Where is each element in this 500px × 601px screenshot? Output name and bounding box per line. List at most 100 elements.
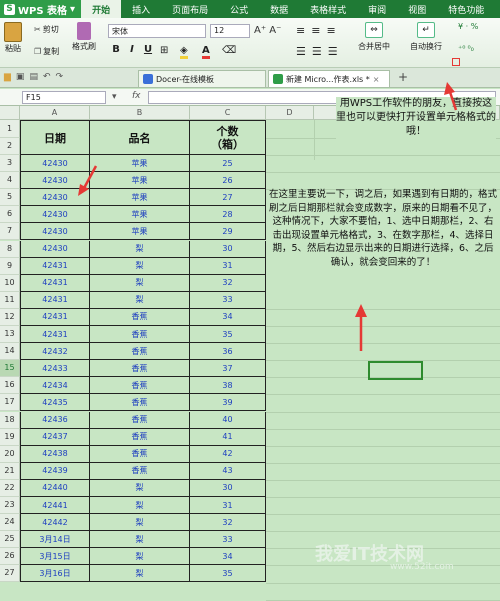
font-color-button[interactable]: A <box>202 45 210 59</box>
date-cell[interactable]: 42435 <box>20 394 90 412</box>
date-cell[interactable]: 42442 <box>20 514 90 532</box>
column-header-b[interactable]: B <box>90 106 190 120</box>
product-cell[interactable]: 香蕉 <box>90 343 190 361</box>
product-cell[interactable]: 香蕉 <box>90 360 190 378</box>
row-header[interactable]: 8 <box>0 240 20 258</box>
merge-center-button[interactable]: ⇔ 合并居中 <box>358 22 390 52</box>
menu-table-style[interactable]: 表格样式 <box>299 0 357 18</box>
italic-button[interactable]: I <box>126 44 138 55</box>
row-header[interactable]: 7 <box>0 223 20 241</box>
column-header-d[interactable]: D <box>266 106 314 120</box>
menu-data[interactable]: 数据 <box>259 0 299 18</box>
date-cell[interactable]: 42434 <box>20 377 90 395</box>
row-header[interactable]: 24 <box>0 514 20 532</box>
select-all-corner[interactable] <box>0 106 20 120</box>
menu-home[interactable]: 开始 <box>81 0 122 18</box>
grow-shrink-font-buttons[interactable]: A⁺ A⁻ <box>254 25 281 36</box>
date-cell[interactable]: 42433 <box>20 360 90 378</box>
count-cell[interactable]: 29 <box>190 223 266 241</box>
count-cell[interactable]: 25 <box>190 155 266 173</box>
row-header[interactable]: 25 <box>0 531 20 549</box>
row-header[interactable]: 27 <box>0 565 20 583</box>
row-header[interactable]: 3 <box>0 155 20 173</box>
product-cell[interactable]: 香蕉 <box>90 308 190 326</box>
row-header[interactable]: 19 <box>0 428 20 446</box>
row-header[interactable]: 16 <box>0 377 20 395</box>
quick-access-toolbar[interactable]: ▆ ▣ ▤ ↶ ↷ <box>4 72 63 82</box>
product-cell[interactable]: 香蕉 <box>90 326 190 344</box>
menu-review[interactable]: 审阅 <box>357 0 397 18</box>
count-cell[interactable]: 42 <box>190 445 266 463</box>
row-header[interactable]: 18 <box>0 411 20 429</box>
date-cell[interactable]: 42430 <box>20 206 90 224</box>
count-cell[interactable]: 34 <box>190 548 266 566</box>
row-header[interactable]: 9 <box>0 257 20 275</box>
date-cell[interactable]: 42431 <box>20 274 90 292</box>
product-cell[interactable]: 梨 <box>90 565 190 583</box>
count-cell[interactable]: 33 <box>190 291 266 309</box>
paste-button[interactable]: 粘贴 <box>4 22 22 54</box>
row-header[interactable]: 21 <box>0 462 20 480</box>
column-header-a[interactable]: A <box>20 106 90 120</box>
font-name-select[interactable]: 宋体 <box>108 24 206 38</box>
product-cell[interactable]: 香蕉 <box>90 394 190 412</box>
align-top-buttons[interactable]: ≡ ≡ ≡ <box>296 24 336 37</box>
count-cell[interactable]: 31 <box>190 257 266 275</box>
count-cell[interactable]: 37 <box>190 360 266 378</box>
row-header[interactable]: 17 <box>0 394 20 412</box>
copy-button[interactable]: ❐ 复制 <box>34 46 59 57</box>
row-header[interactable]: 11 <box>0 291 20 309</box>
name-box-dropdown-icon[interactable]: ▾ <box>112 92 117 102</box>
date-cell[interactable]: 3月16日 <box>20 565 90 583</box>
format-painter-button[interactable]: 格式刷 <box>72 22 96 52</box>
date-cell[interactable]: 42439 <box>20 462 90 480</box>
count-cell[interactable]: 36 <box>190 343 266 361</box>
selected-cell-f15[interactable] <box>368 361 423 380</box>
count-cell[interactable]: 30 <box>190 240 266 258</box>
product-cell[interactable]: 梨 <box>90 291 190 309</box>
product-cell[interactable]: 香蕉 <box>90 377 190 395</box>
tab-current-file[interactable]: 新建 Micro...作表.xls * × <box>268 70 390 87</box>
row-header[interactable]: 12 <box>0 308 20 326</box>
date-cell[interactable]: 42438 <box>20 445 90 463</box>
date-cell[interactable]: 42437 <box>20 428 90 446</box>
date-cell[interactable]: 3月15日 <box>20 548 90 566</box>
row-header[interactable]: 26 <box>0 548 20 566</box>
row-header-2[interactable]: 2 <box>0 138 20 155</box>
date-cell[interactable]: 42430 <box>20 240 90 258</box>
count-cell[interactable]: 35 <box>190 326 266 344</box>
close-icon[interactable]: × <box>373 75 380 84</box>
date-cell[interactable]: 3月14日 <box>20 531 90 549</box>
fx-icon[interactable]: fx <box>132 91 141 101</box>
row-header[interactable]: 14 <box>0 343 20 361</box>
name-box[interactable]: F15 <box>22 91 106 104</box>
row-header[interactable]: 5 <box>0 189 20 207</box>
menu-view[interactable]: 视图 <box>397 0 437 18</box>
date-cell[interactable]: 42436 <box>20 411 90 429</box>
product-cell[interactable]: 梨 <box>90 257 190 275</box>
count-cell[interactable]: 32 <box>190 514 266 532</box>
product-cell[interactable]: 香蕉 <box>90 428 190 446</box>
product-cell[interactable]: 梨 <box>90 240 190 258</box>
date-cell[interactable]: 42431 <box>20 257 90 275</box>
count-cell[interactable]: 43 <box>190 462 266 480</box>
date-cell[interactable]: 42432 <box>20 343 90 361</box>
row-header[interactable]: 20 <box>0 445 20 463</box>
row-header[interactable]: 13 <box>0 326 20 344</box>
row-header[interactable]: 15 <box>0 360 20 378</box>
app-menu-button[interactable]: S WPS 表格 ▾ <box>0 0 82 18</box>
count-cell[interactable]: 34 <box>190 308 266 326</box>
tab-docer[interactable]: Docer-在线模板 <box>138 70 266 87</box>
product-cell[interactable]: 梨 <box>90 497 190 515</box>
fill-color-button[interactable]: ◈ <box>180 45 188 59</box>
date-cell[interactable]: 42440 <box>20 479 90 497</box>
borders-button[interactable]: ⊞ <box>160 45 168 56</box>
count-cell[interactable]: 26 <box>190 172 266 190</box>
count-cell[interactable]: 40 <box>190 411 266 429</box>
clear-format-button[interactable]: ⌫ <box>222 45 236 56</box>
count-cell[interactable]: 32 <box>190 274 266 292</box>
count-cell[interactable]: 39 <box>190 394 266 412</box>
product-cell[interactable]: 梨 <box>90 274 190 292</box>
date-cell[interactable]: 42430 <box>20 223 90 241</box>
product-cell[interactable]: 苹果 <box>90 223 190 241</box>
